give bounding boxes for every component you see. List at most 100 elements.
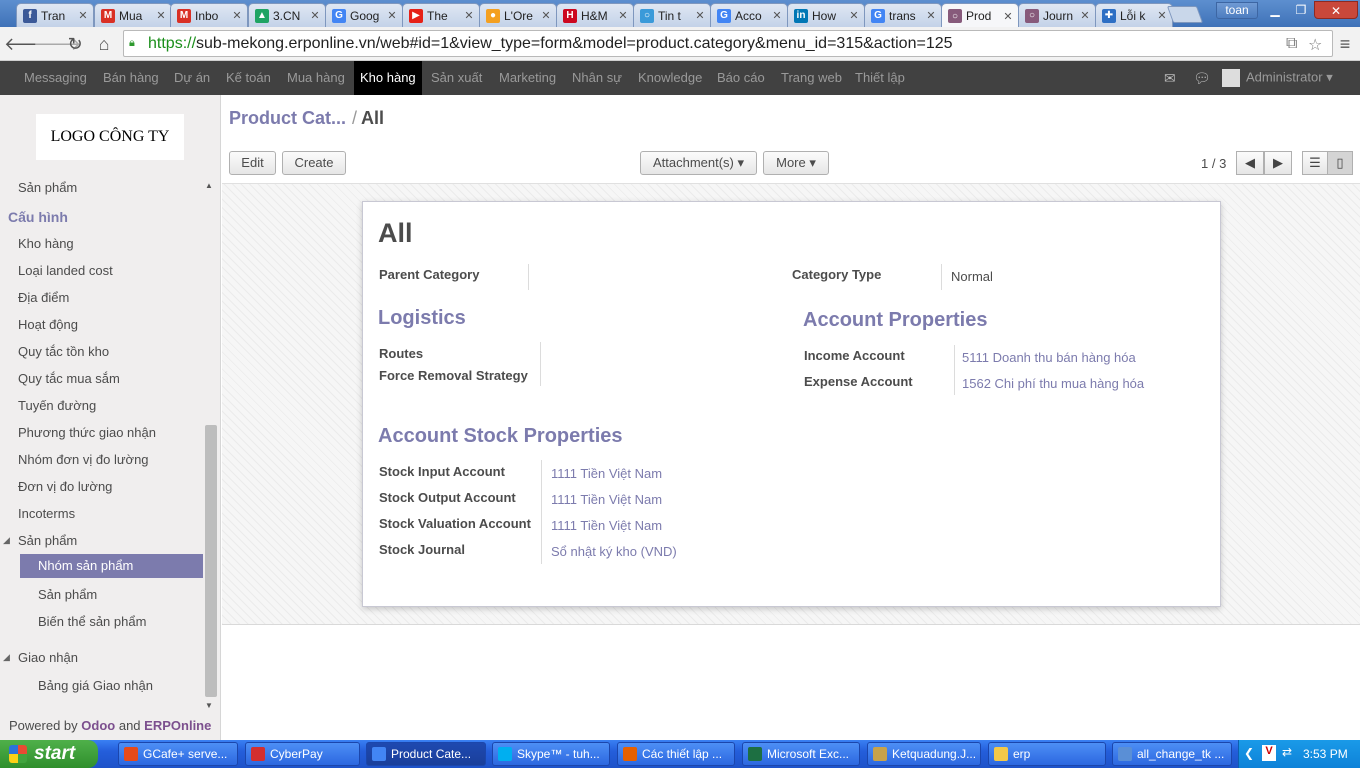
breadcrumb-parent[interactable]: Product Cat...	[229, 108, 346, 128]
browser-tab[interactable]: in How ✕	[787, 3, 865, 27]
browser-tab[interactable]: ▲ 3.CN ✕	[248, 3, 326, 27]
sidebar-item[interactable]: Tuyến đường	[18, 398, 96, 413]
company-logo[interactable]: LOGO CÔNG TY	[36, 114, 184, 160]
topmenu-item[interactable]: Trang web	[775, 61, 848, 95]
translate-icon[interactable]: ⧉	[1286, 35, 1297, 53]
erponline-link[interactable]: ERPOnline	[144, 718, 211, 733]
back-icon[interactable]: 🡐	[4, 31, 52, 57]
chat-icon[interactable]: 💬︎	[1193, 70, 1211, 87]
expense-account-value[interactable]: 1562 Chi phí thu mua hàng hóa	[962, 376, 1144, 391]
collapse-triangle-icon[interactable]: ◢	[3, 535, 10, 546]
sidebar-group-delivery[interactable]: Giao nhận	[18, 650, 78, 665]
sidebar-item[interactable]: Địa điểm	[18, 290, 69, 305]
topmenu-item[interactable]: Báo cáo	[711, 61, 771, 95]
sidebar-item-selected[interactable]: Nhóm sản phẩm	[20, 554, 203, 578]
topmenu-item[interactable]: Nhân sự	[566, 61, 628, 95]
sidebar-item[interactable]: Biến thể sản phẩm	[38, 614, 146, 629]
edit-button[interactable]: Edit	[229, 151, 276, 175]
stock-output-value[interactable]: 1111 Tiền Việt Nam	[551, 492, 662, 507]
sidebar-item[interactable]: Loại landed cost	[18, 263, 113, 278]
browser-tab[interactable]: ● L'Ore ✕	[479, 3, 557, 27]
sidebar-item[interactable]: Nhóm đơn vị đo lường	[18, 452, 149, 467]
scroll-up-icon[interactable]: ▲	[205, 181, 213, 190]
tab-close-icon[interactable]: ✕	[386, 9, 398, 22]
user-menu[interactable]: Administrator ▾	[1222, 69, 1333, 87]
network-icon[interactable]: ⇄	[1282, 745, 1292, 759]
browser-tab[interactable]: ○ Journ ✕	[1018, 3, 1096, 27]
next-record-icon[interactable]: ▶	[1264, 151, 1292, 175]
sidebar-group-products[interactable]: Sản phẩm	[18, 533, 77, 548]
form-view-icon[interactable]: ▯	[1327, 151, 1353, 175]
topmenu-item[interactable]: Knowledge	[632, 61, 708, 95]
sidebar-item-delivery-pricelist[interactable]: Bảng giá Giao nhận	[38, 678, 153, 693]
list-view-icon[interactable]: ☰	[1302, 151, 1328, 175]
url-text[interactable]: https://sub-mekong.erponline.vn/web#id=1…	[148, 35, 953, 53]
income-account-value[interactable]: 5111 Doanh thu bán hàng hóa	[962, 350, 1136, 365]
start-button[interactable]: start	[0, 740, 98, 768]
window-close-icon[interactable]: ✕	[1314, 1, 1358, 19]
tab-close-icon[interactable]: ✕	[77, 9, 89, 22]
taskbar-task[interactable]: GCafe+ serve...	[118, 742, 238, 766]
tab-close-icon[interactable]: ✕	[463, 9, 475, 22]
attachments-dropdown[interactable]: Attachment(s) ▾	[640, 151, 757, 175]
browser-tab[interactable]: M Mua ✕	[94, 3, 172, 27]
chrome-menu-icon[interactable]: ≡	[1332, 31, 1358, 57]
maximize-icon[interactable]: ❐	[1288, 1, 1314, 19]
tab-close-icon[interactable]: ✕	[540, 9, 552, 22]
topmenu-item[interactable]: Kho hàng	[354, 61, 422, 95]
browser-tab[interactable]: f Tran ✕	[16, 3, 94, 27]
tab-close-icon[interactable]: ✕	[231, 9, 243, 22]
odoo-link[interactable]: Odoo	[81, 718, 115, 733]
browser-tab[interactable]: ▶ The ✕	[402, 3, 480, 27]
tab-close-icon[interactable]: ✕	[155, 9, 167, 22]
stock-valuation-value[interactable]: 1111 Tiền Việt Nam	[551, 518, 662, 533]
tab-close-icon[interactable]: ✕	[309, 9, 321, 22]
sidebar-item[interactable]: Quy tắc tồn kho	[18, 344, 109, 359]
sidebar-item[interactable]: Incoterms	[18, 506, 75, 521]
tray-arrow-icon[interactable]: ❮	[1244, 746, 1254, 760]
tab-close-icon[interactable]: ✕	[694, 9, 706, 22]
tab-close-icon[interactable]: ✕	[925, 9, 937, 22]
taskbar-task[interactable]: Product Cate...	[366, 742, 486, 766]
previous-record-icon[interactable]: ◀	[1236, 151, 1264, 175]
taskbar-task[interactable]: all_change_tk ...	[1112, 742, 1232, 766]
browser-tab[interactable]: H H&M ✕	[556, 3, 634, 27]
create-button[interactable]: Create	[282, 151, 346, 175]
tab-close-icon[interactable]: ✕	[848, 9, 860, 22]
sidebar-item[interactable]: Sản phẩm	[38, 587, 97, 602]
home-icon[interactable]: ⌂	[91, 31, 117, 57]
tab-close-icon[interactable]: ✕	[617, 9, 629, 22]
sidebar-item[interactable]: Hoạt động	[18, 317, 78, 332]
browser-tab[interactable]: M Inbo ✕	[170, 3, 248, 27]
tab-close-icon[interactable]: ✕	[771, 9, 783, 22]
reload-icon[interactable]: ↻	[62, 31, 88, 57]
taskbar-task[interactable]: CyberPay	[245, 742, 360, 766]
browser-tab[interactable]: ✚ Lỗi k ✕	[1095, 3, 1173, 27]
star-icon[interactable]: ☆	[1308, 35, 1322, 55]
topmenu-item[interactable]: Dự án	[168, 61, 216, 95]
taskbar-task[interactable]: Skype™ - tuh...	[492, 742, 610, 766]
sidebar-item[interactable]: Quy tắc mua sắm	[18, 371, 120, 386]
stock-input-value[interactable]: 1111 Tiền Việt Nam	[551, 466, 662, 481]
topmenu-item[interactable]: Messaging	[18, 61, 93, 95]
sidebar-item[interactable]: Kho hàng	[18, 236, 74, 251]
topmenu-item[interactable]: Marketing	[493, 61, 562, 95]
browser-tab[interactable]: G Acco ✕	[710, 3, 788, 27]
taskbar-task[interactable]: Ketquadung.J...	[867, 742, 981, 766]
topmenu-item[interactable]: Kế toán	[220, 61, 277, 95]
new-tab-button[interactable]	[1166, 6, 1204, 23]
browser-tab[interactable]: ○ Tin t ✕	[633, 3, 711, 27]
topmenu-item[interactable]: Sản xuất	[425, 61, 488, 95]
tab-close-icon[interactable]: ✕	[1079, 9, 1091, 22]
address-bar[interactable]: 🔒︎ https://sub-mekong.erponline.vn/web#i…	[123, 30, 1333, 57]
collapse-triangle-icon[interactable]: ◢	[3, 652, 10, 663]
topmenu-item[interactable]: Thiết lập	[849, 61, 911, 95]
scroll-down-icon[interactable]: ▼	[205, 701, 213, 710]
pager-counter[interactable]: 1 / 3	[1201, 156, 1226, 171]
taskbar-task[interactable]: Microsoft Exc...	[742, 742, 860, 766]
taskbar-task[interactable]: erp	[988, 742, 1106, 766]
more-dropdown[interactable]: More ▾	[763, 151, 829, 175]
mail-icon[interactable]: ✉	[1164, 70, 1176, 87]
sidebar-scroll-thumb[interactable]	[205, 425, 217, 697]
browser-user-badge[interactable]: toan	[1216, 2, 1258, 19]
